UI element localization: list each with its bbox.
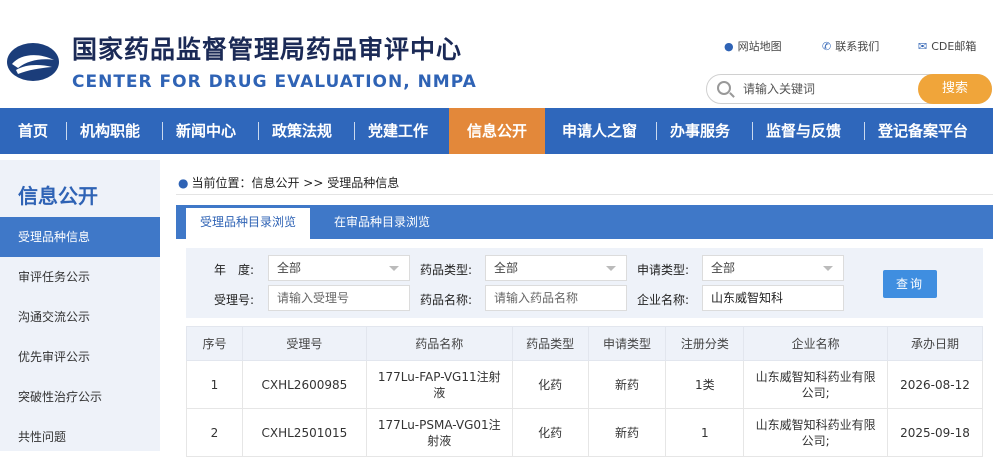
cell-drug-type: 化药 (511, 360, 589, 409)
mail-icon: ✉ (918, 40, 928, 53)
search-icon (717, 81, 731, 95)
cell-drug-name[interactable]: 177Lu-FAP-VG11注射液 (365, 360, 513, 409)
map-pin-icon: ● (724, 40, 734, 53)
nav-info-public[interactable]: 信息公开 (449, 108, 545, 154)
sidebar-item-breakthrough[interactable]: 突破性治疗公示 (0, 377, 160, 417)
drug-name-input[interactable] (494, 287, 626, 309)
sidebar: 信息公开 受理品种信息 审评任务公示 沟通交流公示 优先审评公示 突破性治疗公示… (0, 160, 160, 451)
sidebar-item-common-issues[interactable]: 共性问题 (0, 417, 160, 457)
accept-no-field (268, 285, 410, 311)
site-header: 国家药品监督管理局药品审评中心 CENTER FOR DRUG EVALUATI… (0, 0, 993, 108)
col-reg-class: 注册分类 (665, 326, 745, 361)
nav-divider (258, 122, 259, 140)
contact-link[interactable]: ✆ 联系我们 (822, 38, 879, 54)
company-input[interactable] (711, 286, 843, 309)
tab-accepted-catalog[interactable]: 受理品种目录浏览 (186, 205, 310, 239)
results-table: 序号 受理号 药品名称 药品类型 申请类型 注册分类 企业名称 承办日期 1 C… (186, 326, 983, 457)
nav-functions[interactable]: 机构职能 (80, 108, 140, 154)
cell-index: 2 (186, 408, 243, 457)
nav-party[interactable]: 党建工作 (368, 108, 428, 154)
nav-divider (354, 122, 355, 140)
nav-news[interactable]: 新闻中心 (176, 108, 236, 154)
col-company: 企业名称 (743, 326, 889, 361)
sidebar-item-review-tasks[interactable]: 审评任务公示 (0, 257, 160, 297)
accept-no-label: 受理号: (214, 293, 255, 307)
company-label: 企业名称: (637, 293, 690, 307)
cde-logo-icon[interactable] (4, 40, 62, 84)
chevron-down-icon (823, 266, 833, 271)
sidebar-title: 信息公开 (18, 184, 98, 208)
nav-supervision[interactable]: 监督与反馈 (766, 108, 841, 154)
drug-name-field (485, 285, 627, 311)
cell-company: 山东威智知科药业有限公司; (743, 408, 889, 457)
table-row[interactable]: 2 CXHL2501015 177Lu-PSMA-VG01注射液 化药 新药 1… (186, 408, 983, 457)
tab-in-review-catalog[interactable]: 在审品种目录浏览 (322, 205, 442, 239)
site-title-en: CENTER FOR DRUG EVALUATION, NMPA (72, 72, 477, 92)
search-input[interactable] (743, 80, 913, 98)
sidebar-item-accepted-varieties[interactable]: 受理品种信息 (0, 217, 160, 257)
sidebar-item-communication[interactable]: 沟通交流公示 (0, 297, 160, 337)
company-field (702, 285, 844, 311)
nav-policy[interactable]: 政策法规 (272, 108, 332, 154)
cell-index: 1 (186, 360, 243, 409)
cde-mail-link[interactable]: ✉ CDE邮箱 (918, 38, 976, 54)
cell-accept-no: CXHL2501015 (241, 408, 367, 457)
nav-applicant[interactable]: 申请人之窗 (562, 108, 637, 154)
main-nav: 首页 机构职能 新闻中心 政策法规 党建工作 信息公开 申请人之窗 办事服务 监… (0, 108, 993, 154)
nav-divider (66, 122, 67, 140)
chevron-down-icon (606, 266, 616, 271)
cell-apply-type: 新药 (587, 360, 667, 409)
breadcrumb: ● 当前位置：信息公开 >> 受理品种信息 (178, 176, 400, 190)
table-row[interactable]: 1 CXHL2600985 177Lu-FAP-VG11注射液 化药 新药 1类… (186, 360, 983, 409)
location-pin-icon: ● (178, 176, 189, 190)
nav-divider (864, 122, 865, 140)
nav-registration[interactable]: 登记备案平台 (878, 108, 968, 154)
cell-accept-no: CXHL2600985 (241, 360, 367, 409)
col-date: 承办日期 (887, 326, 983, 361)
search-button[interactable]: 搜索 (918, 74, 992, 104)
col-index: 序号 (186, 326, 243, 361)
cell-apply-type: 新药 (587, 408, 667, 457)
apply-type-select[interactable]: 全部 (702, 255, 844, 281)
nav-services[interactable]: 办事服务 (670, 108, 730, 154)
drug-type-select[interactable]: 全部 (485, 255, 627, 281)
tab-bar: 受理品种目录浏览 在审品种目录浏览 (176, 205, 993, 239)
nav-divider (752, 122, 753, 140)
site-title-cn: 国家药品监督管理局药品审评中心 (72, 35, 463, 64)
nav-divider (656, 122, 657, 140)
phone-icon: ✆ (822, 40, 832, 53)
breadcrumb-divider (176, 194, 993, 195)
drug-type-label: 药品类型: (420, 263, 473, 277)
query-button[interactable]: 查询 (883, 270, 937, 298)
sidebar-item-priority-review[interactable]: 优先审评公示 (0, 337, 160, 377)
col-accept-no: 受理号 (241, 326, 367, 361)
accept-no-input[interactable] (277, 287, 409, 309)
col-apply-type: 申请类型 (587, 326, 667, 361)
drug-name-label: 药品名称: (420, 293, 473, 307)
table-header-row: 序号 受理号 药品名称 药品类型 申请类型 注册分类 企业名称 承办日期 (186, 326, 983, 361)
cell-company: 山东威智知科药业有限公司; (743, 360, 889, 409)
cell-reg-class: 1类 (665, 360, 745, 409)
cell-reg-class: 1 (665, 408, 745, 457)
cell-date: 2025-09-18 (887, 408, 983, 457)
cell-drug-type: 化药 (511, 408, 589, 457)
cell-drug-name[interactable]: 177Lu-PSMA-VG01注射液 (365, 408, 513, 457)
year-label: 年 度: (214, 263, 255, 277)
nav-divider (162, 122, 163, 140)
chevron-down-icon (389, 266, 399, 271)
year-select[interactable]: 全部 (268, 255, 410, 281)
col-drug-name: 药品名称 (365, 326, 513, 361)
col-drug-type: 药品类型 (511, 326, 589, 361)
cell-date: 2026-08-12 (887, 360, 983, 409)
sitemap-link[interactable]: ● 网站地图 (724, 38, 782, 54)
nav-home[interactable]: 首页 (18, 108, 48, 154)
apply-type-label: 申请类型: (637, 263, 690, 277)
